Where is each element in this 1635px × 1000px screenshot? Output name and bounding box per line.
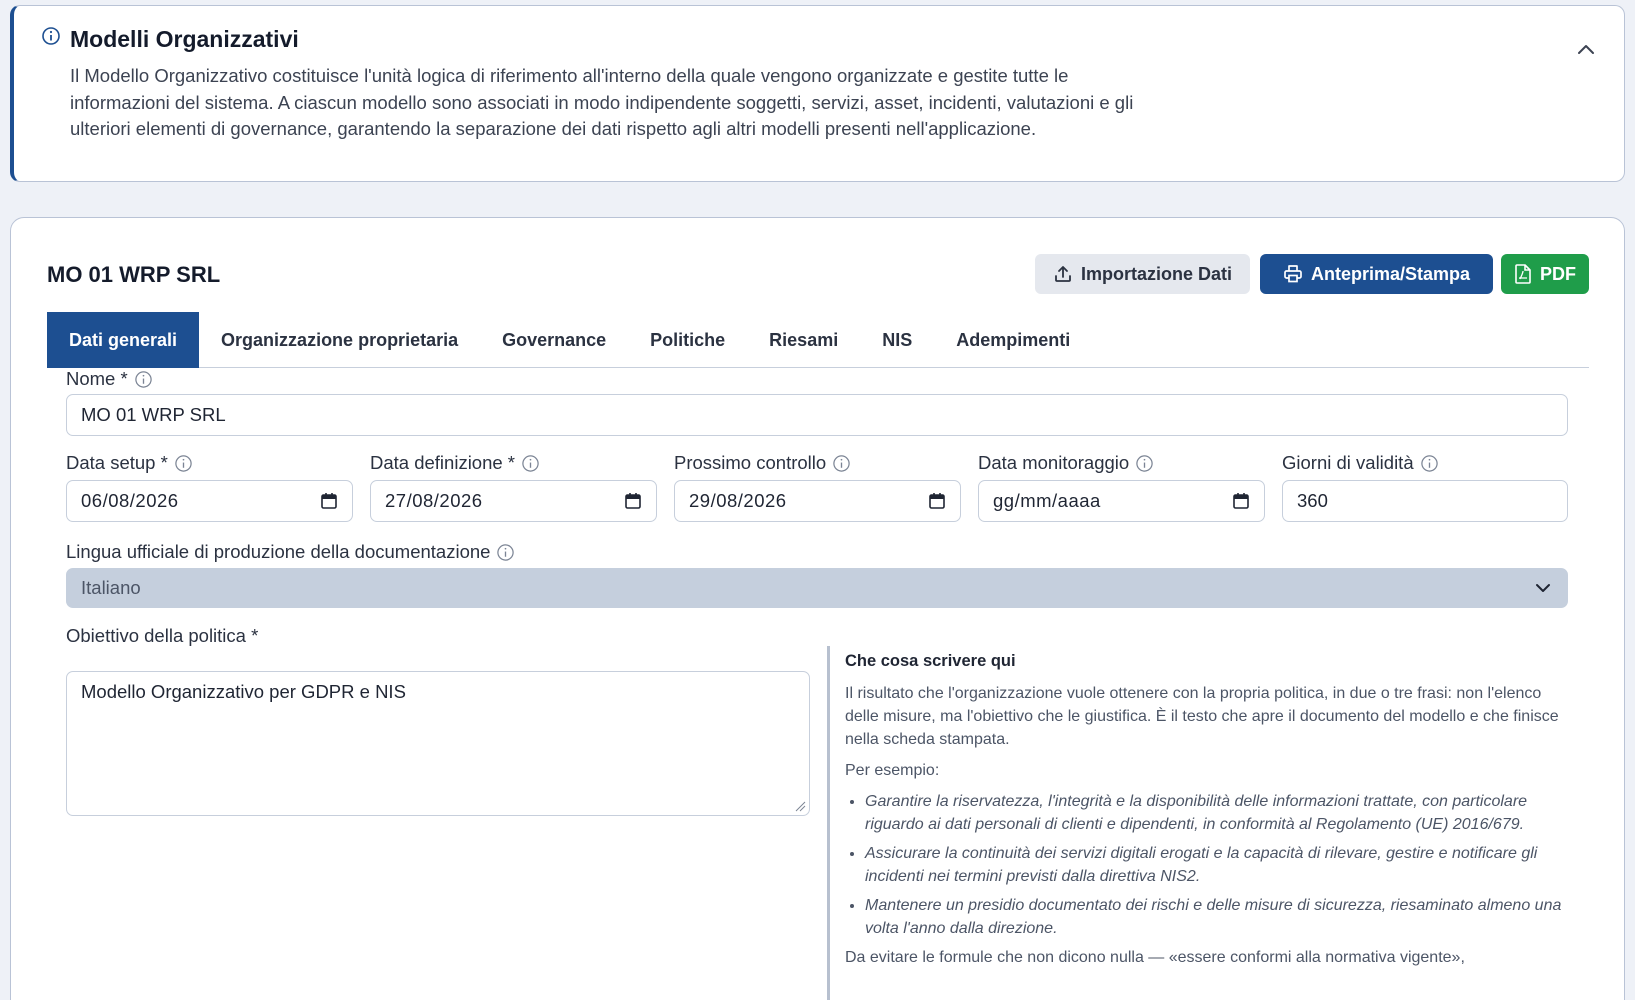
help-avoid: Da evitare le formule che non dicono nul… xyxy=(845,949,1465,966)
nome-label: Nome * xyxy=(66,368,153,390)
lingua-label-text: Lingua ufficiale di produzione della doc… xyxy=(66,541,491,562)
tab-nis[interactable]: NIS xyxy=(860,312,934,368)
record-title: MO 01 WRP SRL xyxy=(47,262,221,287)
info-icon[interactable] xyxy=(496,543,515,562)
data-monitoraggio-input[interactable]: gg/mm/aaaa xyxy=(978,480,1265,522)
data-monitoraggio-value: gg/mm/aaaa xyxy=(993,490,1101,511)
tab-bar: Dati generali Organizzazione proprietari… xyxy=(47,312,1589,368)
help-examples: Garantire la riservatezza, l'integrità e… xyxy=(865,790,1577,940)
data-setup-label-text: Data setup * xyxy=(66,452,168,473)
obiettivo-label-text: Obiettivo della politica * xyxy=(66,625,259,646)
nome-input[interactable]: MO 01 WRP SRL xyxy=(66,394,1568,436)
prossimo-controllo-input[interactable]: 29/08/2026 xyxy=(674,480,961,522)
printer-icon xyxy=(1284,265,1302,283)
help-intro: Il risultato che l'organizzazione vuole … xyxy=(845,685,1559,748)
data-definizione-value: 27/08/2026 xyxy=(385,490,483,511)
tab-politiche[interactable]: Politiche xyxy=(628,312,747,368)
info-icon[interactable] xyxy=(1420,454,1439,473)
chevron-down-icon xyxy=(1536,584,1550,592)
preview-print-button[interactable]: Anteprima/Stampa xyxy=(1260,254,1493,294)
calendar-icon[interactable] xyxy=(320,492,338,510)
help-title: Che cosa scrivere qui xyxy=(845,652,1016,670)
giorni-validita-label-text: Giorni di validità xyxy=(1282,452,1414,473)
calendar-icon[interactable] xyxy=(928,492,946,510)
data-monitoraggio-label: Data monitoraggio xyxy=(978,452,1154,474)
record-card: MO 01 WRP SRL Importazione Dati Anteprim… xyxy=(10,217,1625,1000)
lingua-select[interactable]: Italiano xyxy=(66,568,1568,608)
data-setup-label: Data setup * xyxy=(66,452,193,474)
data-definizione-label-text: Data definizione * xyxy=(370,452,516,473)
help-example-item: Garantire la riservatezza, l'integrità e… xyxy=(865,790,1577,836)
data-setup-value: 06/08/2026 xyxy=(81,490,179,511)
giorni-validita-label: Giorni di validità xyxy=(1282,452,1439,474)
preview-print-label: Anteprima/Stampa xyxy=(1310,263,1471,284)
data-setup-input[interactable]: 06/08/2026 xyxy=(66,480,353,522)
pdf-label: PDF xyxy=(1540,263,1576,284)
tab-adempimenti[interactable]: Adempimenti xyxy=(934,312,1092,368)
calendar-icon[interactable] xyxy=(1232,492,1250,510)
obiettivo-textarea[interactable]: Modello Organizzativo per GDPR e NIS xyxy=(66,671,810,816)
prossimo-controllo-label: Prossimo controllo xyxy=(674,452,851,474)
info-icon[interactable] xyxy=(521,454,540,473)
resize-handle-icon[interactable] xyxy=(794,800,806,812)
info-icon xyxy=(42,27,60,45)
help-panel: Che cosa scrivere qui Il risultato che l… xyxy=(827,646,1577,1000)
tab-governance[interactable]: Governance xyxy=(480,312,628,368)
data-monitoraggio-label-text: Data monitoraggio xyxy=(978,452,1130,473)
nome-value: MO 01 WRP SRL xyxy=(81,404,226,425)
info-icon[interactable] xyxy=(832,454,851,473)
nome-label-text: Nome * xyxy=(66,368,128,389)
import-data-button[interactable]: Importazione Dati xyxy=(1035,254,1250,294)
help-example-item: Assicurare la continuità dei servizi dig… xyxy=(865,842,1577,888)
giorni-validita-value: 360 xyxy=(1297,490,1328,511)
pdf-button[interactable]: PDF xyxy=(1501,254,1589,294)
prossimo-controllo-value: 29/08/2026 xyxy=(689,490,787,511)
calendar-icon[interactable] xyxy=(624,492,642,510)
obiettivo-value: Modello Organizzativo per GDPR e NIS xyxy=(81,681,406,702)
import-data-label: Importazione Dati xyxy=(1080,263,1232,284)
info-icon[interactable] xyxy=(174,454,193,473)
help-example-item: Mantenere un presidio documentato dei ri… xyxy=(865,894,1577,940)
lingua-value: Italiano xyxy=(81,577,141,598)
pdf-file-icon xyxy=(1515,264,1531,284)
info-banner: Modelli Organizzativi Il Modello Organiz… xyxy=(10,5,1625,182)
tab-organizzazione-proprietaria[interactable]: Organizzazione proprietaria xyxy=(199,312,480,368)
tab-dati-generali[interactable]: Dati generali xyxy=(47,312,200,368)
banner-description: Il Modello Organizzativo costituisce l'u… xyxy=(70,65,1134,139)
obiettivo-label: Obiettivo della politica * xyxy=(66,625,258,647)
info-icon[interactable] xyxy=(134,370,153,389)
info-icon[interactable] xyxy=(1135,454,1154,473)
data-definizione-label: Data definizione * xyxy=(370,452,540,474)
prossimo-controllo-label-text: Prossimo controllo xyxy=(674,452,827,473)
lingua-label: Lingua ufficiale di produzione della doc… xyxy=(66,541,515,563)
help-example-label: Per esempio: xyxy=(845,762,940,779)
upload-icon xyxy=(1055,266,1071,282)
data-definizione-input[interactable]: 27/08/2026 xyxy=(370,480,657,522)
chevron-up-icon[interactable] xyxy=(1574,38,1598,62)
giorni-validita-input[interactable]: 360 xyxy=(1282,480,1568,522)
banner-title: Modelli Organizzativi xyxy=(70,26,299,52)
tab-riesami[interactable]: Riesami xyxy=(747,312,860,368)
